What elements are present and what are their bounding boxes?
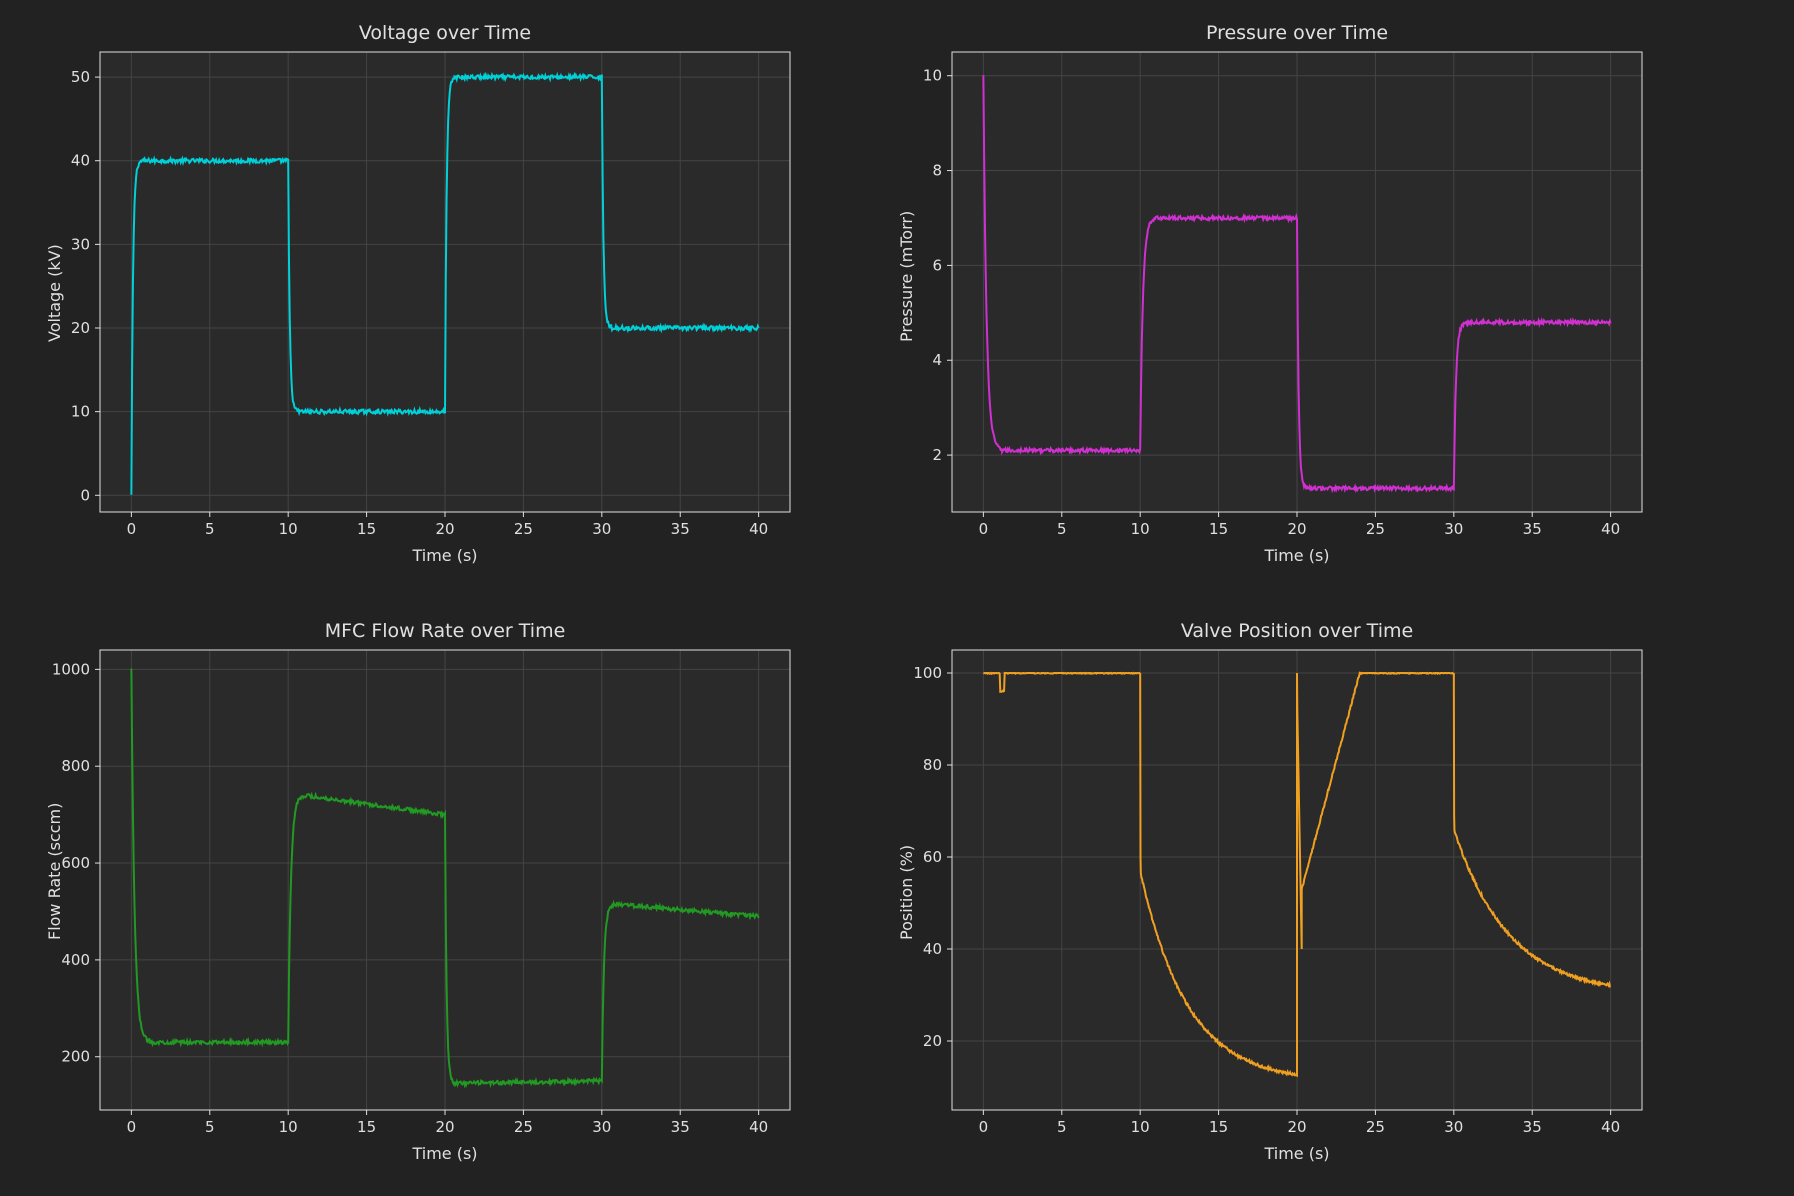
ytick-label: 50	[71, 68, 90, 86]
flow-xlabel: Time (s)	[100, 1144, 790, 1163]
ytick-label: 10	[923, 67, 942, 85]
xtick-label: 25	[514, 1118, 533, 1136]
flow-svg: 05101520253035402004006008001000	[100, 650, 790, 1110]
xtick-label: 30	[1444, 520, 1463, 538]
xtick-label: 30	[1444, 1118, 1463, 1136]
xtick-label: 20	[1287, 520, 1306, 538]
xtick-label: 15	[357, 1118, 376, 1136]
xtick-label: 5	[1057, 1118, 1067, 1136]
xtick-label: 40	[749, 1118, 768, 1136]
valve-svg: 051015202530354020406080100	[952, 650, 1642, 1110]
ytick-label: 200	[61, 1048, 90, 1066]
xtick-label: 30	[592, 1118, 611, 1136]
xtick-label: 15	[357, 520, 376, 538]
xtick-label: 0	[127, 520, 137, 538]
valve-title: Valve Position over Time	[952, 620, 1642, 642]
xtick-label: 10	[1131, 520, 1150, 538]
ytick-label: 30	[71, 235, 90, 253]
voltage-svg: 051015202530354001020304050	[100, 52, 790, 512]
voltage-ylabel: Voltage (kV)	[45, 244, 64, 342]
ytick-label: 20	[923, 1032, 942, 1050]
pressure-ylabel: Pressure (mTorr)	[897, 211, 916, 342]
ytick-label: 100	[913, 664, 942, 682]
pressure-svg: 0510152025303540246810	[952, 52, 1642, 512]
valve-ylabel: Position (%)	[897, 845, 916, 940]
xtick-label: 35	[671, 520, 690, 538]
flow-ylabel: Flow Rate (sccm)	[45, 803, 64, 940]
xtick-label: 5	[205, 1118, 215, 1136]
ytick-label: 600	[61, 854, 90, 872]
xtick-label: 10	[279, 1118, 298, 1136]
xtick-label: 40	[1601, 520, 1620, 538]
xtick-label: 25	[514, 520, 533, 538]
xtick-label: 15	[1209, 520, 1228, 538]
ytick-label: 10	[71, 403, 90, 421]
xtick-label: 35	[671, 1118, 690, 1136]
voltage-chart: Voltage over TimeTime (s)Voltage (kV)051…	[100, 52, 790, 512]
xtick-label: 20	[435, 1118, 454, 1136]
figure: Voltage over TimeTime (s)Voltage (kV)051…	[0, 0, 1794, 1196]
xtick-label: 15	[1209, 1118, 1228, 1136]
pressure-chart: Pressure over TimeTime (s)Pressure (mTor…	[952, 52, 1642, 512]
xtick-label: 0	[979, 520, 989, 538]
ytick-label: 40	[923, 940, 942, 958]
ytick-label: 60	[923, 848, 942, 866]
ytick-label: 400	[61, 951, 90, 969]
xtick-label: 10	[279, 520, 298, 538]
xtick-label: 0	[979, 1118, 989, 1136]
pressure-xlabel: Time (s)	[952, 546, 1642, 565]
xtick-label: 20	[1287, 1118, 1306, 1136]
valve-chart: Valve Position over TimeTime (s)Position…	[952, 650, 1642, 1110]
voltage-xlabel: Time (s)	[100, 546, 790, 565]
ytick-label: 40	[71, 152, 90, 170]
xtick-label: 35	[1523, 520, 1542, 538]
xtick-label: 20	[435, 520, 454, 538]
flow-chart: MFC Flow Rate over TimeTime (s)Flow Rate…	[100, 650, 790, 1110]
ytick-label: 4	[932, 351, 942, 369]
xtick-label: 40	[1601, 1118, 1620, 1136]
flow-title: MFC Flow Rate over Time	[100, 620, 790, 642]
ytick-label: 8	[932, 162, 942, 180]
ytick-label: 2	[932, 446, 942, 464]
xtick-label: 10	[1131, 1118, 1150, 1136]
ytick-label: 0	[80, 486, 90, 504]
xtick-label: 5	[205, 520, 215, 538]
xtick-label: 35	[1523, 1118, 1542, 1136]
xtick-label: 30	[592, 520, 611, 538]
ytick-label: 800	[61, 757, 90, 775]
xtick-label: 0	[127, 1118, 137, 1136]
ytick-label: 20	[71, 319, 90, 337]
xtick-label: 40	[749, 520, 768, 538]
ytick-label: 6	[932, 256, 942, 274]
valve-xlabel: Time (s)	[952, 1144, 1642, 1163]
ytick-label: 1000	[52, 660, 90, 678]
xtick-label: 5	[1057, 520, 1067, 538]
ytick-label: 80	[923, 756, 942, 774]
pressure-title: Pressure over Time	[952, 22, 1642, 44]
xtick-label: 25	[1366, 520, 1385, 538]
voltage-title: Voltage over Time	[100, 22, 790, 44]
xtick-label: 25	[1366, 1118, 1385, 1136]
